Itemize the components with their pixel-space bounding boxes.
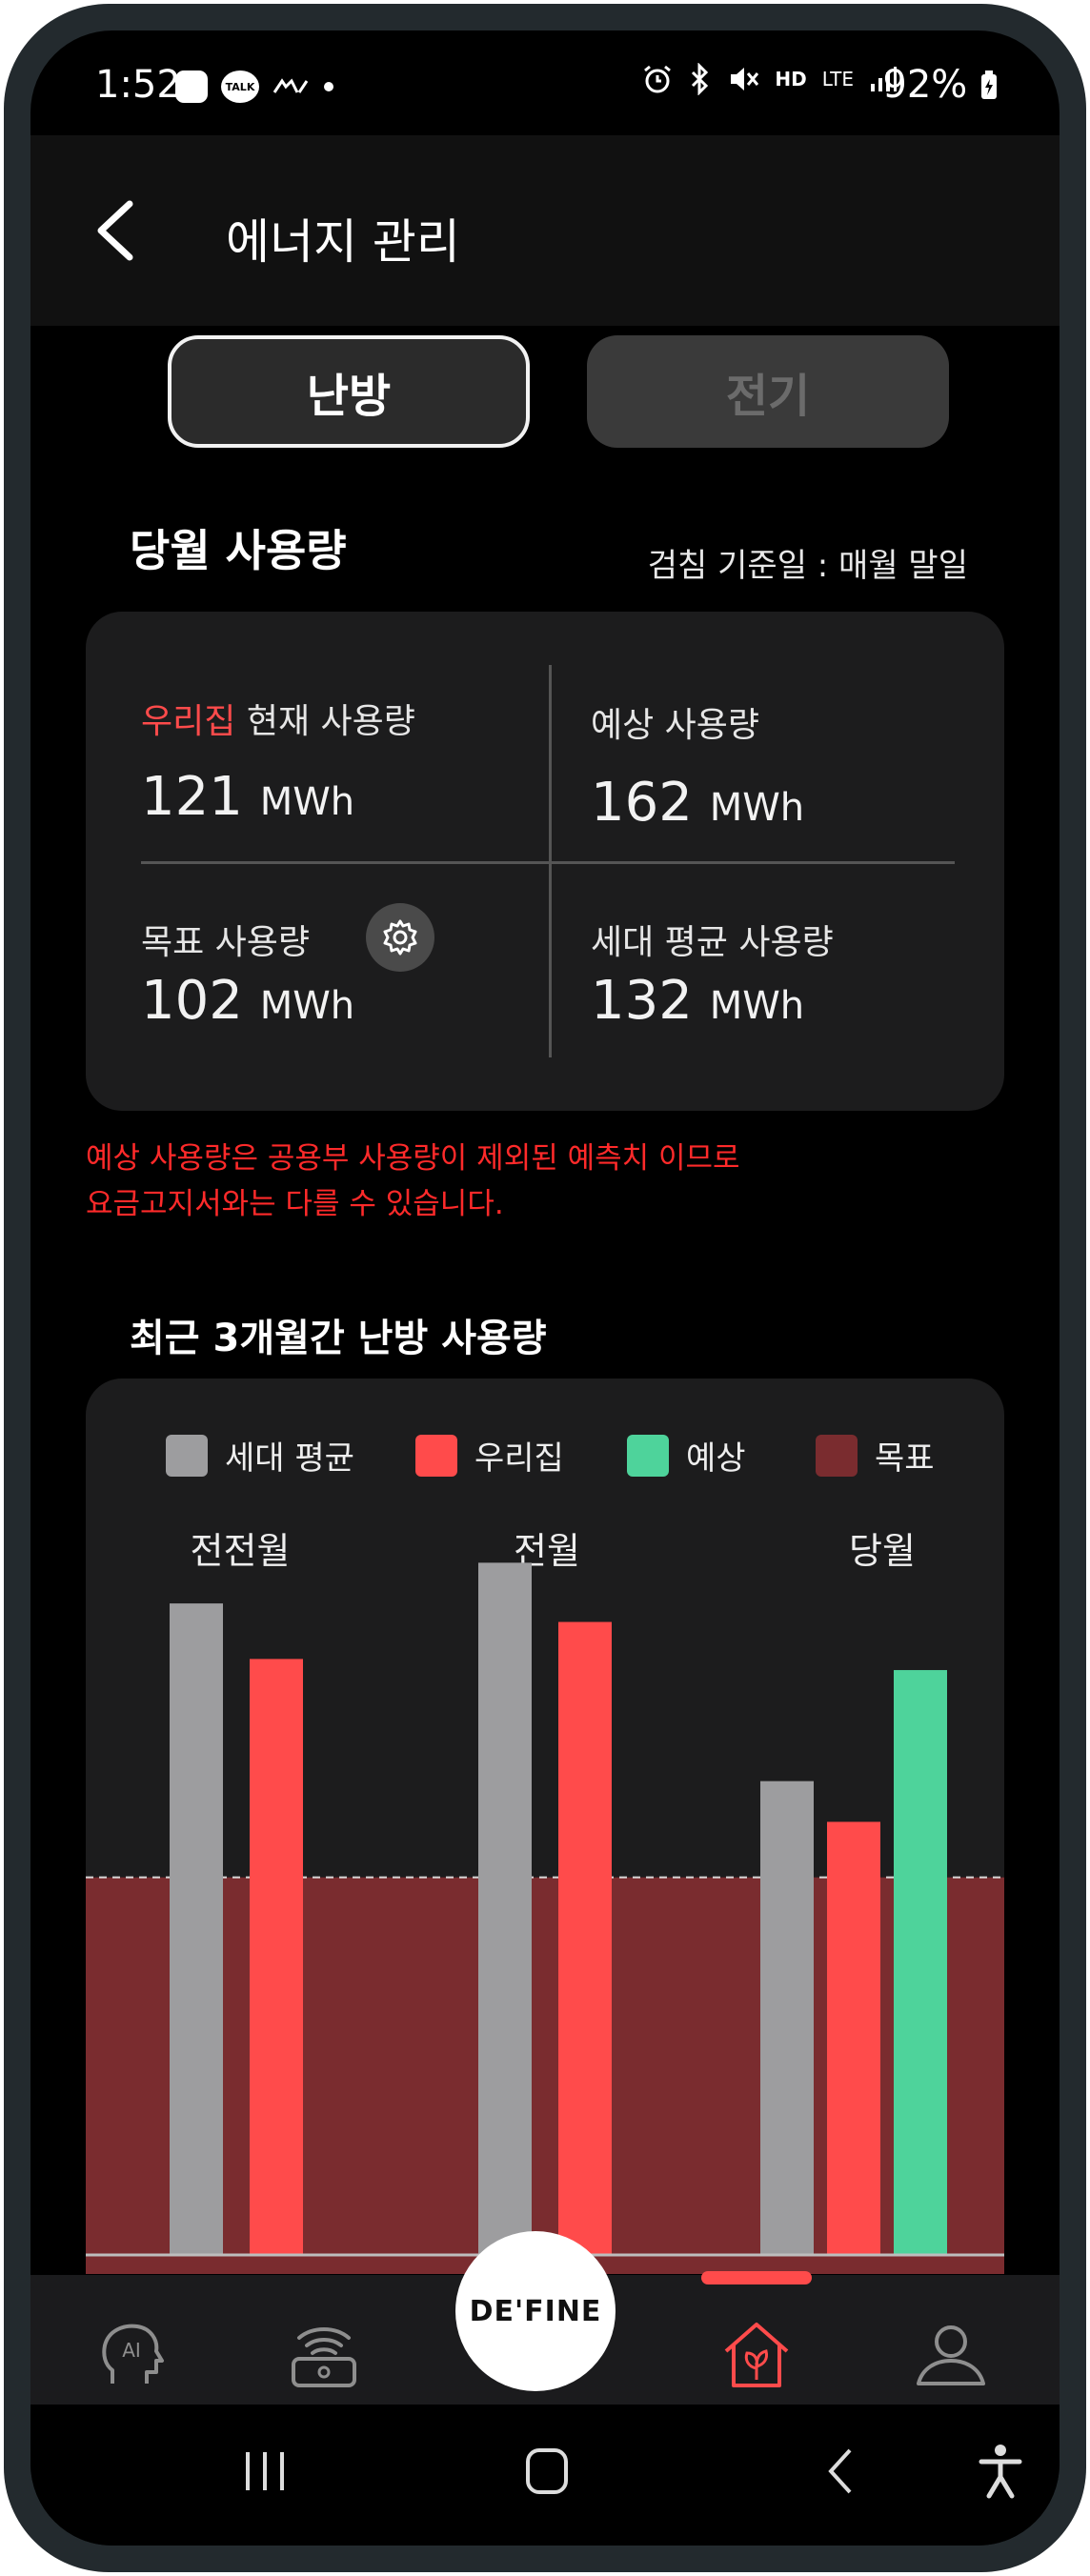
kakaotalk-icon: TALK	[221, 70, 259, 103]
ai-head-icon[interactable]: AI	[95, 2317, 172, 2393]
kia-icon	[272, 78, 309, 93]
notification-icons: TALK	[175, 70, 333, 103]
hd-voice-icon: HD	[775, 68, 807, 91]
router-icon[interactable]	[286, 2317, 362, 2393]
target-usage-label: 목표 사용량	[141, 923, 311, 962]
tab-electricity[interactable]: 전기	[587, 335, 949, 448]
chart-plot	[86, 1562, 1004, 2274]
accessibility-icon[interactable]	[978, 2443, 1023, 2500]
expected-usage-value: 162 MWh	[591, 772, 804, 834]
target-settings-button[interactable]	[366, 903, 434, 972]
phone-frame: 1:52 TALK HD LTE 92% 에너지 관리 난방 전기 당월 사용량…	[4, 4, 1086, 2572]
person-icon[interactable]	[913, 2317, 989, 2393]
expected-usage-unit: MWh	[709, 786, 805, 830]
recent-usage-title: 최근 3개월간 난방 사용량	[130, 1317, 547, 1360]
card-divider-horizontal	[141, 861, 955, 864]
recent-apps-icon[interactable]	[242, 2448, 288, 2494]
current-usage-number: 121	[141, 766, 243, 828]
usage-notice: 예상 사용량은 공용부 사용량이 제외된 예측치 이므로 요금고지서와는 다를 …	[86, 1136, 740, 1227]
bar-average-1	[478, 1562, 532, 2255]
current-usage-label-rest: 현재 사용량	[235, 702, 415, 741]
bar-ours-1	[558, 1621, 612, 2255]
monthly-usage-title: 당월 사용량	[130, 525, 347, 576]
gear-icon	[383, 919, 417, 956]
more-notifications-icon	[324, 82, 333, 91]
define-home-button[interactable]: DE'FINE	[455, 2231, 616, 2391]
target-usage-number: 102	[141, 970, 243, 1032]
expected-usage-number: 162	[591, 772, 693, 834]
monthly-usage-card: 우리집 현재 사용량 121 MWh 예상 사용량 162 MWh 목표 사용량…	[86, 612, 1004, 1111]
battery-charging-icon	[981, 70, 997, 99]
tab-heating[interactable]: 난방	[168, 335, 530, 448]
mute-icon	[731, 68, 759, 91]
lte-icon: LTE	[821, 68, 854, 91]
bar-ours-2	[827, 1821, 880, 2255]
average-usage-value: 132 MWh	[591, 970, 804, 1032]
current-usage-label: 우리집 현재 사용량	[141, 694, 415, 743]
app-header: 에너지 관리	[30, 135, 1060, 326]
screen: 1:52 TALK HD LTE 92% 에너지 관리 난방 전기 당월 사용량…	[30, 30, 1060, 2546]
active-tab-indicator	[701, 2271, 812, 2284]
system-status-icons: HD LTE	[641, 63, 898, 95]
usage-notice-line1: 예상 사용량은 공용부 사용량이 제외된 예측치 이므로	[86, 1141, 740, 1176]
bar-average-2	[760, 1781, 814, 2255]
bar-average-0	[170, 1603, 223, 2255]
average-usage-number: 132	[591, 970, 693, 1032]
target-usage-value: 102 MWh	[141, 970, 354, 1032]
current-usage-value: 121 MWh	[141, 766, 354, 828]
expected-usage-label: 예상 사용량	[591, 706, 760, 745]
page-title: 에너지 관리	[226, 214, 460, 270]
recent-usage-chart: 세대 평균 우리집 예상 목표 전전월 전월 당월	[86, 1379, 1004, 2274]
status-bar: 1:52 TALK HD LTE 92%	[30, 30, 1060, 135]
bar-expected-2	[894, 1670, 947, 2255]
bar-ours-0	[250, 1659, 303, 2255]
meter-reading-date: 검침 기준일 : 매월 말일	[647, 547, 968, 585]
system-back-icon[interactable]	[823, 2446, 858, 2496]
back-arrow-icon[interactable]	[91, 200, 141, 261]
app-notification-icon	[175, 70, 208, 103]
ai-label: AI	[122, 2339, 141, 2362]
battery-percent: 92%	[882, 63, 999, 107]
usage-notice-line2: 요금고지서와는 다를 수 있습니다.	[86, 1187, 504, 1221]
average-usage-label: 세대 평균 사용량	[591, 923, 834, 962]
status-time: 1:52	[95, 63, 181, 107]
bluetooth-icon	[692, 63, 709, 95]
current-usage-unit: MWh	[259, 780, 355, 824]
battery-level: 92%	[882, 63, 968, 107]
average-usage-unit: MWh	[709, 984, 805, 1028]
target-usage-unit: MWh	[259, 984, 355, 1028]
current-usage-label-accent: 우리집	[141, 702, 236, 741]
alarm-icon	[644, 65, 672, 93]
home-icon[interactable]	[524, 2446, 570, 2496]
house-leaf-icon[interactable]	[718, 2317, 795, 2393]
system-nav-bar	[30, 2405, 1060, 2546]
